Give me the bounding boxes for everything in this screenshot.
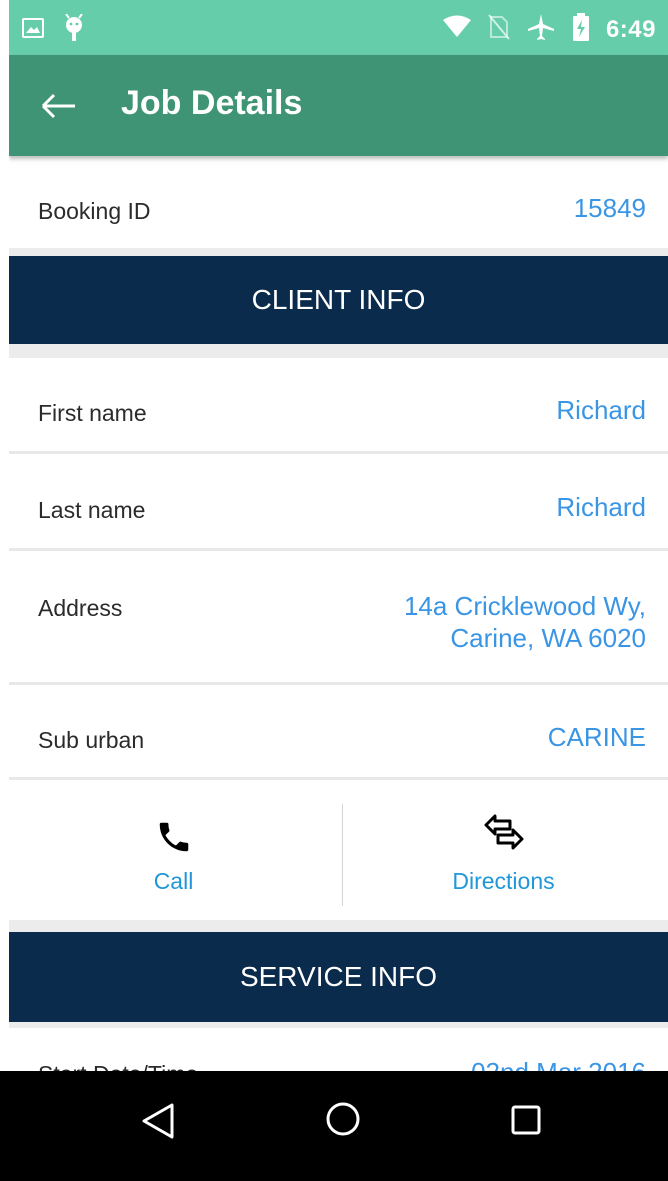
service-info-header: SERVICE INFO [9,932,668,1022]
airplane-icon [526,12,556,47]
circle-home-icon [326,1102,360,1136]
divider [9,248,668,256]
directions-button[interactable]: Directions [339,780,668,920]
last-name-row: Last name Richard [9,454,668,548]
directions-label: Directions [452,868,555,894]
no-sim-icon [488,14,510,45]
address-row[interactable]: Address 14a Cricklewood Wy, Carine, WA 6… [9,551,668,682]
status-bar: 6:49 [9,0,668,55]
address-value: 14a Cricklewood Wy, Carine, WA 6020 [404,590,646,654]
call-button[interactable]: Call [9,780,338,920]
android-icon [63,13,85,47]
divider [9,920,668,932]
wifi-icon [442,15,472,44]
nav-recents-button[interactable] [510,1104,560,1154]
image-icon [21,16,45,45]
last-name-label: Last name [38,497,146,523]
nav-back-button[interactable] [140,1101,190,1151]
suburb-value: CARINE [547,722,646,752]
call-label: Call [153,868,194,894]
booking-id-label: Booking ID [38,198,151,224]
page-title: Job Details [121,84,303,122]
system-nav-bar [0,1071,668,1181]
arrow-left-icon [41,93,75,119]
battery-charging-icon [572,12,590,47]
back-button[interactable] [39,89,79,123]
app-bar: Job Details [9,55,668,156]
booking-id-row: Booking ID 15849 [9,156,668,248]
divider [9,344,668,358]
last-name-value: Richard [556,492,646,522]
address-label: Address [38,595,123,621]
square-recents-icon [511,1105,541,1135]
suburb-row: Sub urban CARINE [9,685,668,777]
first-name-value: Richard [556,395,646,425]
first-name-row: First name Richard [9,358,668,451]
status-time: 6:49 [605,15,656,43]
triangle-back-icon [142,1103,174,1139]
booking-id-value: 15849 [573,193,646,223]
address-line-2: Carine, WA 6020 [450,623,646,653]
suburb-label: Sub urban [38,727,145,753]
first-name-label: First name [38,400,147,426]
directions-icon [482,810,526,859]
client-info-header: CLIENT INFO [9,256,668,344]
contact-actions: Call Directions [9,780,668,920]
address-line-1: 14a Cricklewood Wy, [403,591,646,621]
app-screen: 6:49 Job Details Booking ID 15849 CLIENT… [9,0,668,1181]
nav-home-button[interactable] [324,1100,374,1150]
phone-icon [155,818,193,861]
